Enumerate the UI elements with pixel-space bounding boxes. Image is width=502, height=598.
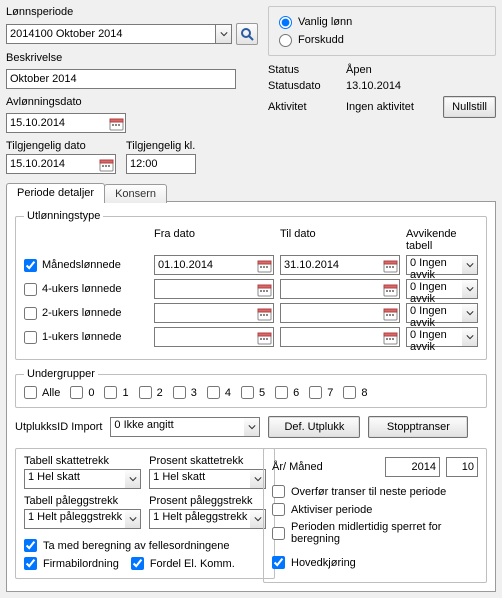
avvik-dropdown[interactable]	[462, 303, 478, 323]
til-dato-calendar-icon[interactable]	[381, 280, 399, 298]
fra-dato-header: Fra dato	[154, 228, 274, 252]
firmabilordning-label: Firmabilordning	[43, 558, 119, 570]
tab-konsern[interactable]: Konsern	[104, 184, 167, 203]
avlonningsdato-label: Avlønningsdato	[6, 96, 258, 108]
utplukksid-label: UtplukksID Import	[15, 421, 102, 433]
utlonn-row-label: 4-ukers lønnede	[42, 283, 122, 295]
undergruppe-1-checkbox[interactable]: 1	[104, 386, 128, 399]
undergruppe-0-checkbox[interactable]: 0	[70, 386, 94, 399]
undergruppe-5-checkbox[interactable]: 5	[241, 386, 265, 399]
utlonn-row-check[interactable]: Månedslønnede	[24, 259, 148, 272]
utlonn-row-check[interactable]: 2-ukers lønnede	[24, 307, 148, 320]
utlonn-row-check[interactable]: 4-ukers lønnede	[24, 283, 148, 296]
aar-maaned-label: År/ Måned	[272, 461, 323, 473]
forskudd-radio[interactable]: Forskudd	[279, 31, 485, 49]
prosent-paleggstrekk-select[interactable]: 1 Helt påleggstrekk	[149, 509, 250, 529]
undergruppe-4-checkbox[interactable]: 4	[207, 386, 231, 399]
vanlig-lonn-radio[interactable]: Vanlig lønn	[279, 13, 485, 31]
avlonningsdato-calendar-icon[interactable]	[107, 114, 125, 132]
hovedkjoring-checkbox[interactable]: Hovedkjøring	[272, 556, 478, 569]
tabell-paleggstrekk-select[interactable]: 1 Helt påleggstrekk	[24, 509, 125, 529]
tilgjengelig-dato-calendar-icon[interactable]	[97, 155, 115, 173]
tabell-paleggstrekk-dropdown[interactable]	[125, 509, 141, 529]
fordel-el-komm-label: Fordel El. Komm.	[150, 558, 235, 570]
undergruppe-8-checkbox[interactable]: 8	[343, 386, 367, 399]
utlonn-row-label: Månedslønnede	[42, 259, 121, 271]
fra-dato-calendar-icon[interactable]	[255, 256, 273, 274]
fra-dato-calendar-icon[interactable]	[255, 304, 273, 322]
forskudd-label: Forskudd	[298, 34, 344, 46]
utlonn-row-label: 2-ukers lønnede	[42, 307, 122, 319]
utlonn-row-check[interactable]: 1-ukers lønnede	[24, 331, 148, 344]
prosent-skattetrekk-label: Prosent skattetrekk	[149, 455, 266, 467]
periode-settings-group: År/ Måned Overfør transer til neste peri…	[263, 448, 487, 583]
aar-input[interactable]	[385, 457, 440, 477]
avvik-select[interactable]: 0 Ingen avvik	[406, 279, 462, 299]
til-dato-calendar-icon[interactable]	[381, 256, 399, 274]
overfor-transer-label: Overfør transer til neste periode	[291, 486, 446, 498]
beskrivelse-label: Beskrivelse	[6, 52, 258, 64]
tilgjengelig-kl-input[interactable]	[126, 154, 196, 174]
utplukksid-select[interactable]: 0 Ikke angitt	[110, 417, 244, 437]
utplukksid-dropdown[interactable]	[244, 417, 260, 437]
avvik-select[interactable]: 0 Ingen avvik	[406, 255, 462, 275]
tilgjengelig-kl-label: Tilgjengelig kl.	[126, 140, 196, 152]
undergrupper-legend: Undergrupper	[24, 368, 98, 380]
avvik-dropdown[interactable]	[462, 279, 478, 299]
prosent-skattetrekk-select[interactable]: 1 Hel skatt	[149, 469, 250, 489]
prosent-paleggstrekk-label: Prosent påleggstrekk	[149, 495, 266, 507]
search-button[interactable]	[236, 23, 258, 45]
til-dato-calendar-icon[interactable]	[381, 328, 399, 346]
tabell-skattetrekk-select[interactable]: 1 Hel skatt	[24, 469, 125, 489]
sperret-beregning-label: Perioden midlertidig sperret for beregni…	[291, 521, 478, 545]
utlonn-row-label: 1-ukers lønnede	[42, 331, 122, 343]
fellesordningene-label: Ta med beregning av fellesordningene	[43, 540, 230, 552]
aktivitet-value: Ingen aktivitet	[346, 101, 437, 113]
lonnsperiode-input[interactable]	[6, 24, 216, 44]
undergruppe-2-checkbox[interactable]: 2	[139, 386, 163, 399]
sperret-beregning-checkbox[interactable]: Perioden midlertidig sperret for beregni…	[272, 521, 478, 545]
undergruppe-3-checkbox[interactable]: 3	[173, 386, 197, 399]
aktiviser-periode-label: Aktiviser periode	[291, 504, 372, 516]
nullstill-button[interactable]: Nullstill	[443, 96, 496, 118]
def-utplukk-button[interactable]: Def. Utplukk	[268, 416, 360, 438]
maaned-input[interactable]	[446, 457, 478, 477]
tilgjengelig-dato-label: Tilgjengelig dato	[6, 140, 116, 152]
statusdato-label: Statusdato	[268, 80, 340, 92]
status-label: Status	[268, 64, 340, 76]
til-dato-calendar-icon[interactable]	[381, 304, 399, 322]
undergruppe-7-checkbox[interactable]: 7	[309, 386, 333, 399]
hovedkjoring-label: Hovedkjøring	[291, 557, 356, 569]
avvik-dropdown[interactable]	[462, 327, 478, 347]
beskrivelse-input[interactable]	[6, 69, 236, 89]
aktiviser-periode-checkbox[interactable]: Aktiviser periode	[272, 503, 478, 516]
overfor-transer-checkbox[interactable]: Overfør transer til neste periode	[272, 485, 478, 498]
status-value: Åpen	[346, 64, 437, 76]
skattetrekk-group: Tabell skattetrekk 1 Hel skatt Prosent s…	[15, 448, 275, 579]
fra-dato-calendar-icon[interactable]	[255, 280, 273, 298]
lonn-type-group: Vanlig lønn Forskudd	[268, 6, 496, 56]
aktivitet-label: Aktivitet	[268, 101, 340, 113]
tabell-skattetrekk-label: Tabell skattetrekk	[24, 455, 141, 467]
avvik-select[interactable]: 0 Ingen avvik	[406, 303, 462, 323]
lonnsperiode-dropdown[interactable]	[216, 24, 232, 44]
utlonningstype-legend: Utlønningstype	[24, 210, 103, 222]
stopptranser-button[interactable]: Stopptranser	[368, 416, 468, 438]
vanlig-lonn-label: Vanlig lønn	[298, 16, 352, 28]
fra-dato-calendar-icon[interactable]	[255, 328, 273, 346]
avvikende-tabell-header: Avvikende tabell	[406, 228, 478, 252]
tabell-skattetrekk-dropdown[interactable]	[125, 469, 141, 489]
avvik-select[interactable]: 0 Ingen avvik	[406, 327, 462, 347]
til-dato-header: Til dato	[280, 228, 400, 252]
undergrupper-group: Undergrupper Alle 012345678	[15, 368, 487, 408]
statusdato-value: 13.10.2014	[346, 80, 437, 92]
undergruppe-6-checkbox[interactable]: 6	[275, 386, 299, 399]
tabell-paleggstrekk-label: Tabell påleggstrekk	[24, 495, 141, 507]
utlonningstype-group: Utlønningstype Fra dato Til dato Avviken…	[15, 210, 487, 360]
avvik-dropdown[interactable]	[462, 255, 478, 275]
lonnsperiode-label: Lønnsperiode	[6, 6, 258, 18]
fellesordningene-checkbox[interactable]: Ta med beregning av fellesordningene	[24, 539, 266, 552]
tab-periode-detaljer[interactable]: Periode detaljer	[6, 183, 105, 202]
undergruppe-alle-checkbox[interactable]: Alle	[24, 386, 60, 399]
